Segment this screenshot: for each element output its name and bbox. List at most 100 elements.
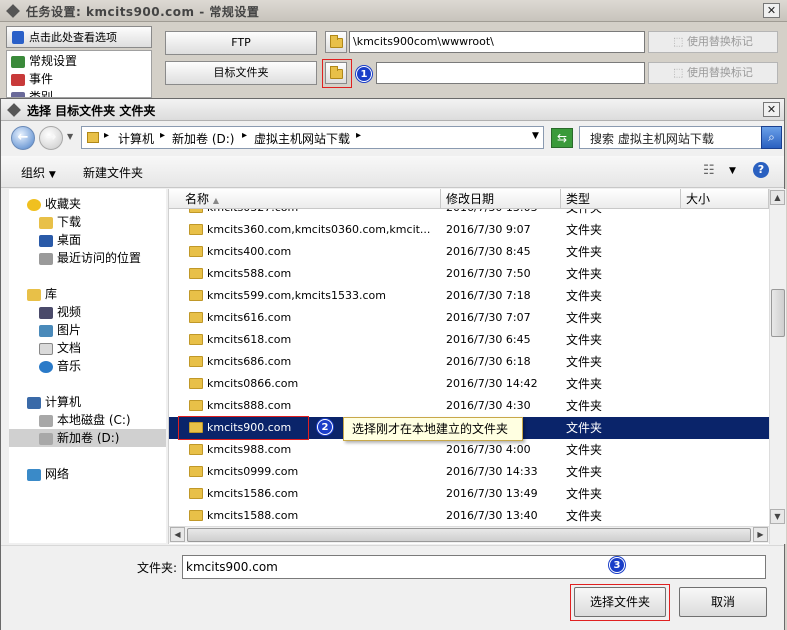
file-row[interactable]: kmcits599.com,kmcits1533.com 2016/7/30 7:… [169,285,769,307]
category-events[interactable]: 事件 [11,70,53,88]
select-folder-button[interactable]: 选择文件夹 [574,587,666,617]
target-path-field[interactable] [376,62,645,84]
file-row[interactable]: kmcits686.com 2016/7/30 6:18 文件夹 [169,351,769,373]
show-options-button[interactable]: 点击此处查看选项 [6,26,152,48]
selected-folder-highlight-box [178,416,309,440]
file-date: 2016/7/30 13:49 [446,487,538,500]
nav-desktop[interactable]: 桌面 [39,231,81,249]
file-row[interactable]: kmcits588.com 2016/7/30 7:50 文件夹 [169,263,769,285]
breadcrumb-sep-icon[interactable]: ▸ [104,130,109,141]
nav-new-volume[interactable]: 新加卷 (D:) [9,429,166,447]
nav-libraries[interactable]: 库 [27,285,57,303]
nav-pictures[interactable]: 图片 [39,321,81,339]
ftp-browse-button[interactable] [325,31,347,53]
target-folder-button[interactable]: 目标文件夹 [165,61,317,85]
folder-icon [189,209,203,213]
folder-icon [87,132,99,143]
file-row[interactable]: kmcits616.com 2016/7/30 7:07 文件夹 [169,307,769,329]
file-name: kmcits0327.com [207,209,298,219]
file-row[interactable]: kmcits888.com 2016/7/30 4:30 文件夹 [169,395,769,417]
file-name: kmcits686.com [207,355,292,368]
scroll-left-icon[interactable]: ◀ [170,527,185,542]
vertical-scrollbar[interactable]: ▲ ▼ [769,189,786,544]
task-settings-close-button[interactable]: ✕ [763,3,780,18]
search-icon[interactable]: ⌕ [761,126,782,149]
help-icon[interactable]: ? [753,162,769,178]
horizontal-scrollbar[interactable]: ◀ ▶ [169,526,769,543]
folder-name-input[interactable]: kmcits900.com [182,555,766,579]
folder-icon [189,312,203,323]
breadcrumb-sep-icon[interactable]: ▸ [160,130,165,141]
view-options-icon[interactable]: ☷ [703,163,715,178]
chevron-down-icon: ▼ [48,170,56,180]
file-row[interactable]: kmcits988.com 2016/7/30 4:00 文件夹 [169,439,769,461]
nav-documents[interactable]: 文档 [39,339,81,357]
nav-network[interactable]: 网络 [27,465,69,483]
file-date: 2016/7/30 7:18 [446,289,531,302]
breadcrumb-sep-icon[interactable]: ▸ [356,130,361,141]
category-general[interactable]: 常规设置 [11,52,77,70]
file-name: kmcits988.com [207,443,292,456]
file-row[interactable]: kmcits0327.com 2016/7/30 13:03 文件夹 [169,209,769,219]
scroll-up-icon[interactable]: ▲ [770,190,785,205]
history-dropdown-icon[interactable]: ▼ [67,132,73,141]
ftp-button[interactable]: FTP [165,31,317,55]
organize-button[interactable]: 组织 ▼ [21,164,56,181]
column-type[interactable]: 类型 [561,189,681,209]
nav-recent[interactable]: 最近访问的位置 [39,249,141,267]
search-input[interactable]: 搜索 虚拟主机网站下载 [579,126,781,149]
file-type: 文件夹 [566,377,603,391]
nav-new-volume-label: 新加卷 (D:) [57,431,120,445]
use-tag-button-2[interactable]: ⬚ 使用替换标记 [648,62,778,84]
nav-libraries-label: 库 [45,287,58,301]
folder-icon [189,466,203,477]
address-dropdown-icon[interactable]: ▼ [532,131,539,141]
horizontal-scroll-thumb[interactable] [187,528,751,542]
nav-computer[interactable]: 计算机 [27,393,81,411]
category-types[interactable]: 类别 [11,88,53,97]
file-row[interactable]: kmcits1586.com 2016/7/30 13:49 文件夹 [169,483,769,505]
scroll-right-icon[interactable]: ▶ [753,527,768,542]
dialog-title: 选择 目标文件夹 文件夹 [27,104,156,118]
file-date: 2016/7/30 13:03 [446,209,538,219]
file-rows-viewport: kmcits0327.com 2016/7/30 13:03 文件夹 kmcits36… [169,209,769,526]
file-name: kmcits1586.com [207,487,299,500]
breadcrumb-computer[interactable]: 计算机 [118,130,154,147]
nav-downloads[interactable]: 下载 [39,213,81,231]
column-size[interactable]: 大小 [681,189,769,209]
file-row[interactable]: kmcits360.com,kmcits0360.com,kmcit... 201… [169,219,769,241]
breadcrumb-sep-icon[interactable]: ▸ [242,130,247,141]
forward-arrow-icon: → [45,130,57,145]
file-row[interactable]: kmcits1588.com 2016/7/30 13:40 文件夹 [169,505,769,526]
vertical-scroll-thumb[interactable] [771,289,785,337]
file-row[interactable]: kmcits618.com 2016/7/30 6:45 文件夹 [169,329,769,351]
breadcrumb-current[interactable]: 虚拟主机网站下载 [254,130,350,147]
ftp-path-field[interactable]: \kmcits900com\wwwroot\ [349,31,645,53]
file-name: kmcits588.com [207,267,292,280]
file-type: 文件夹 [566,421,603,435]
refresh-icon[interactable]: ⇆ [551,128,573,148]
scroll-down-icon[interactable]: ▼ [770,509,785,524]
column-date[interactable]: 修改日期 [441,189,561,209]
use-tag-button-1[interactable]: ⬚ 使用替换标记 [648,31,778,53]
cancel-button[interactable]: 取消 [679,587,767,617]
new-folder-button[interactable]: 新建文件夹 [83,164,143,181]
folder-icon [189,224,203,235]
breadcrumb-volume[interactable]: 新加卷 (D:) [172,130,234,147]
forward-button[interactable]: → [39,126,63,150]
file-row[interactable]: kmcits400.com 2016/7/30 8:45 文件夹 [169,241,769,263]
nav-music[interactable]: 音乐 [39,357,81,375]
task-settings-title: 任务设置: kmcits900.com - 常规设置 [26,5,260,19]
file-row[interactable]: kmcits0999.com 2016/7/30 14:33 文件夹 [169,461,769,483]
dialog-close-button[interactable]: ✕ [763,102,780,117]
view-dropdown-icon[interactable]: ▼ [729,166,736,176]
file-row[interactable]: kmcits0866.com 2016/7/30 14:42 文件夹 [169,373,769,395]
column-name-label: 名称 [185,192,210,206]
address-bar[interactable]: ▸ 计算机 ▸ 新加卷 (D:) ▸ 虚拟主机网站下载 ▸ ▼ [81,126,544,149]
nav-local-disk[interactable]: 本地磁盘 (C:) [39,411,131,429]
nav-videos[interactable]: 视频 [39,303,81,321]
back-button[interactable]: ← [11,126,35,150]
nav-favorites[interactable]: 收藏夹 [27,195,81,213]
column-name[interactable]: 名称 ▲ [169,189,441,209]
file-date: 2016/7/30 8:45 [446,245,531,258]
